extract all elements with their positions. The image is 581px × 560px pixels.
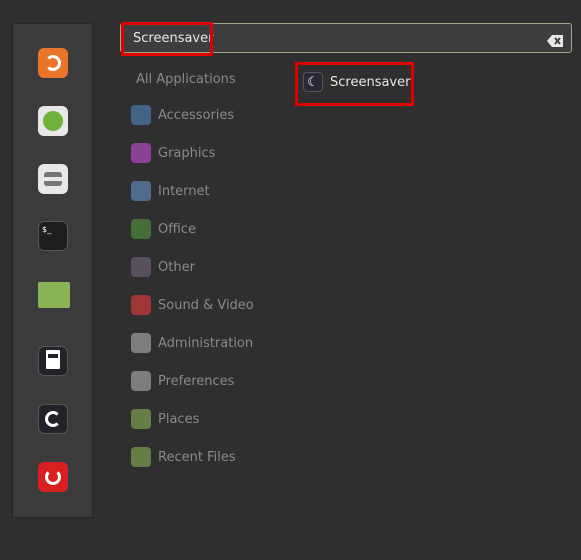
favorite-firefox[interactable] [38, 48, 68, 78]
category-label: Other [158, 259, 195, 275]
logout-button[interactable] [38, 404, 68, 434]
category-icon [131, 333, 151, 353]
category-all-applications[interactable]: All Applications [136, 72, 236, 87]
moon-icon: ☾ [303, 72, 323, 92]
favorite-terminal[interactable]: $_ [38, 221, 68, 251]
toggle-icon [44, 172, 62, 186]
category-label: Administration [158, 335, 254, 351]
category-sound-video[interactable]: Sound & Video [131, 294, 254, 316]
favorite-software-manager[interactable] [38, 106, 68, 136]
category-recent-files[interactable]: Recent Files [131, 446, 236, 468]
category-icon [131, 143, 151, 163]
category-label: Graphics [158, 145, 216, 161]
category-places[interactable]: Places [131, 408, 199, 430]
category-label: Accessories [158, 107, 235, 123]
firefox-icon [45, 55, 61, 71]
category-label: Sound & Video [158, 297, 254, 313]
result-label: Screensaver [330, 74, 411, 90]
category-label: Places [158, 411, 200, 427]
favorites-sidebar: $_ [12, 23, 93, 518]
power-icon [45, 469, 61, 485]
search-box[interactable] [120, 23, 572, 53]
result-screensaver[interactable]: ☾ Screensaver [303, 72, 410, 92]
shutdown-button[interactable] [38, 462, 68, 492]
category-icon [131, 219, 151, 239]
favorite-files[interactable] [38, 282, 70, 308]
category-internet[interactable]: Internet [131, 180, 210, 202]
category-label: Preferences [158, 373, 235, 389]
favorite-settings[interactable] [38, 164, 68, 194]
category-icon [131, 409, 151, 429]
category-icon [131, 105, 151, 125]
category-icon [131, 447, 151, 467]
terminal-icon: $_ [42, 225, 52, 234]
lock-icon [46, 358, 60, 369]
category-label: Internet [158, 183, 210, 199]
category-icon [131, 371, 151, 391]
search-input[interactable] [133, 24, 533, 52]
clear-search-icon[interactable] [547, 32, 563, 47]
category-icon [131, 257, 151, 277]
category-accessories[interactable]: Accessories [131, 104, 234, 126]
category-administration[interactable]: Administration [131, 332, 253, 354]
grid-icon [43, 111, 63, 131]
category-icon [131, 295, 151, 315]
category-graphics[interactable]: Graphics [131, 142, 215, 164]
lock-screen-button[interactable] [38, 346, 68, 376]
category-preferences[interactable]: Preferences [131, 370, 234, 392]
category-label: Recent Files [158, 449, 236, 465]
category-icon [131, 181, 151, 201]
category-other[interactable]: Other [131, 256, 195, 278]
category-office[interactable]: Office [131, 218, 196, 240]
category-label: Office [158, 221, 196, 237]
logout-icon [45, 411, 61, 427]
